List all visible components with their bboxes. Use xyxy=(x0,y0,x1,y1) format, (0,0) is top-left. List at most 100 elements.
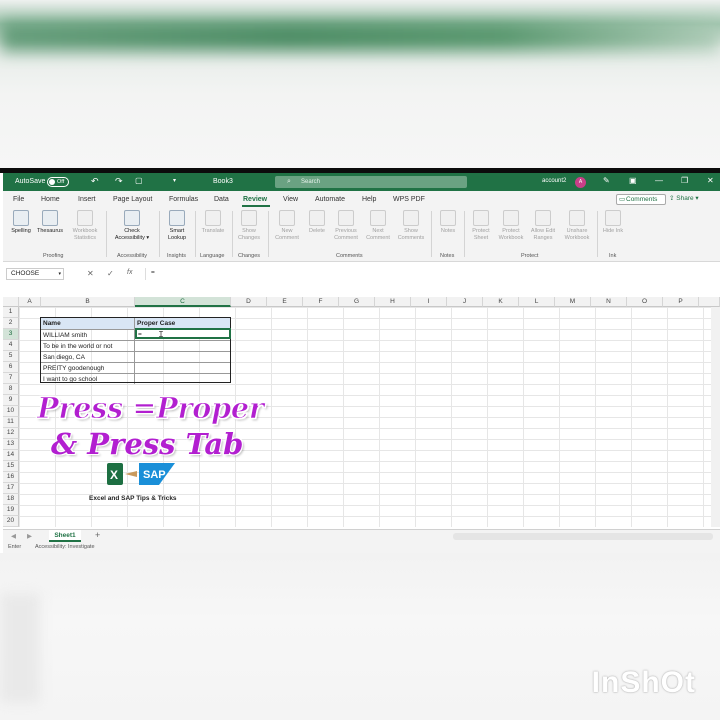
row-header[interactable]: 4 xyxy=(3,340,19,351)
row-header[interactable]: 7 xyxy=(3,373,19,384)
tab-help[interactable]: Help xyxy=(362,196,376,203)
row-header[interactable]: 16 xyxy=(3,472,19,483)
allow-edit-ranges-button[interactable]: Allow Edit Ranges xyxy=(527,210,559,242)
column-header[interactable]: F xyxy=(303,297,339,307)
row-header[interactable]: 11 xyxy=(3,417,19,428)
row-header[interactable]: 1 xyxy=(3,307,19,318)
column-header[interactable]: B xyxy=(41,297,135,307)
column-header[interactable]: M xyxy=(555,297,591,307)
smart-lookup-button[interactable]: Smart Lookup xyxy=(163,210,191,242)
row-header[interactable]: 15 xyxy=(3,461,19,472)
column-header[interactable]: P xyxy=(663,297,699,307)
column-header[interactable]: I xyxy=(411,297,447,307)
column-header[interactable]: A xyxy=(19,297,41,307)
check-accessibility-button[interactable]: Check Accessibility ▾ xyxy=(111,210,153,242)
tab-file[interactable]: File xyxy=(13,196,24,203)
select-all-corner[interactable] xyxy=(3,297,19,307)
row-header[interactable]: 19 xyxy=(3,505,19,516)
column-header[interactable]: K xyxy=(483,297,519,307)
notes-button[interactable]: Notes xyxy=(435,210,461,235)
tab-home[interactable]: Home xyxy=(41,196,60,203)
unshare-workbook-button[interactable]: Unshare Workbook xyxy=(560,210,594,242)
delete-comment-button[interactable]: Delete xyxy=(304,210,330,235)
tab-insert[interactable]: Insert xyxy=(78,196,96,203)
column-header[interactable]: H xyxy=(375,297,411,307)
row-header[interactable]: 8 xyxy=(3,384,19,395)
next-sheet-icon[interactable]: ▶ xyxy=(27,532,32,540)
autosave-toggle[interactable]: Off xyxy=(47,177,69,187)
undo-icon[interactable]: ↶ xyxy=(91,176,99,187)
share-button[interactable]: ⇪ Share ▾ xyxy=(669,194,699,202)
show-changes-button[interactable]: Show Changes xyxy=(234,210,264,242)
column-header[interactable]: G xyxy=(339,297,375,307)
row-header[interactable]: 10 xyxy=(3,406,19,417)
tab-formulas[interactable]: Formulas xyxy=(169,196,198,203)
restore-icon[interactable]: ❐ xyxy=(681,176,688,185)
row-header[interactable]: 2 xyxy=(3,318,19,329)
tab-automate[interactable]: Automate xyxy=(315,196,345,203)
workbook-statistics-button[interactable]: Workbook Statistics xyxy=(67,210,103,242)
ribbon-separator xyxy=(106,211,107,257)
column-header[interactable]: J xyxy=(447,297,483,307)
add-sheet-icon[interactable]: + xyxy=(95,530,100,540)
avatar[interactable]: A xyxy=(575,177,586,188)
cancel-icon[interactable]: ✕ xyxy=(87,269,94,278)
row-header[interactable]: 13 xyxy=(3,439,19,450)
tab-page-layout[interactable]: Page Layout xyxy=(113,196,152,203)
tab-review[interactable]: Review xyxy=(243,196,267,203)
protect-sheet-button[interactable]: Protect Sheet xyxy=(467,210,495,242)
protect-workbook-button[interactable]: Protect Workbook xyxy=(495,210,527,242)
column-header[interactable]: E xyxy=(267,297,303,307)
sheet-tab-sheet1[interactable]: Sheet1 xyxy=(49,530,81,542)
accessibility-icon xyxy=(124,210,140,226)
hide-ink-button[interactable]: Hide Ink xyxy=(600,210,626,235)
translate-button[interactable]: Translate xyxy=(198,210,228,235)
row-header[interactable]: 18 xyxy=(3,494,19,505)
tab-view[interactable]: View xyxy=(283,196,298,203)
ribbon-separator xyxy=(431,211,432,257)
previous-comment-button[interactable]: Previous Comment xyxy=(330,210,362,242)
next-comment-button[interactable]: Next Comment xyxy=(362,210,394,242)
thesaurus-button[interactable]: Thesaurus xyxy=(35,210,65,235)
active-cell[interactable]: = Ｉ xyxy=(135,328,231,339)
name-box[interactable]: CHOOSE ▾ xyxy=(6,268,64,280)
row-header[interactable]: 5 xyxy=(3,351,19,362)
column-header[interactable]: C xyxy=(135,297,231,307)
search-box[interactable]: ⌕ Search xyxy=(275,176,467,188)
worksheet-grid[interactable]: A B C D E F G H I J K L M N O P 1 2 3 4 … xyxy=(3,297,720,527)
comments-button[interactable]: ▭ Comments xyxy=(616,194,666,205)
new-comment-button[interactable]: New Comment xyxy=(271,210,303,242)
row-header[interactable]: 14 xyxy=(3,450,19,461)
row-header[interactable]: 9 xyxy=(3,395,19,406)
enter-icon[interactable]: ✓ xyxy=(107,269,114,278)
customize-qat-icon[interactable]: ▾ xyxy=(173,177,176,184)
show-comments-button[interactable]: Show Comments xyxy=(394,210,428,242)
minimize-icon[interactable]: — xyxy=(655,176,663,185)
close-icon[interactable]: ✕ xyxy=(707,176,714,185)
status-mode: Enter xyxy=(8,544,22,550)
tab-wps-pdf[interactable]: WPS PDF xyxy=(393,196,425,203)
column-header[interactable]: O xyxy=(627,297,663,307)
pen-icon[interactable]: ✎ xyxy=(603,176,610,185)
column-header[interactable]: N xyxy=(591,297,627,307)
spelling-button[interactable]: Spelling xyxy=(7,210,35,235)
tab-data[interactable]: Data xyxy=(214,196,229,203)
row-header[interactable]: 20 xyxy=(3,516,19,527)
quick-access-icon[interactable]: ▢ xyxy=(135,176,143,185)
redo-icon[interactable]: ↷ xyxy=(115,176,123,187)
account-name[interactable]: account2 xyxy=(542,178,566,184)
ribbon-display-icon[interactable]: ▣ xyxy=(629,176,637,185)
row-header[interactable]: 12 xyxy=(3,428,19,439)
column-header[interactable]: L xyxy=(519,297,555,307)
column-header[interactable]: D xyxy=(231,297,267,307)
accessibility-status[interactable]: Accessibility: Investigate xyxy=(35,544,95,550)
row-header[interactable]: 17 xyxy=(3,483,19,494)
prev-sheet-icon[interactable]: ◀ xyxy=(11,532,16,540)
formula-input[interactable]: = xyxy=(145,268,715,280)
horizontal-scrollbar[interactable] xyxy=(453,533,713,540)
group-insights: Insights xyxy=(167,253,186,259)
vertical-scrollbar[interactable] xyxy=(711,307,720,527)
insert-function-icon[interactable]: fx xyxy=(127,269,132,276)
row-header[interactable]: 6 xyxy=(3,362,19,373)
row-header[interactable]: 3 xyxy=(3,329,19,340)
